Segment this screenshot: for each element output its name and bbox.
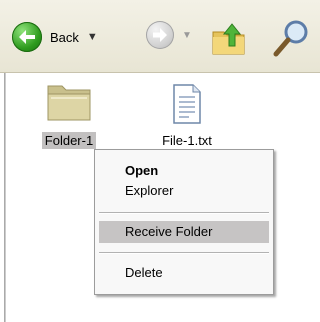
menu-separator	[99, 212, 269, 214]
back-button[interactable]: Back ▼	[12, 19, 98, 55]
search-icon[interactable]	[270, 18, 314, 58]
menu-separator	[99, 252, 269, 254]
text-file-icon	[171, 82, 203, 126]
menu-item-open[interactable]: Open	[95, 160, 273, 182]
forward-dropdown-icon[interactable]: ▼	[182, 30, 192, 41]
pane-divider	[4, 73, 6, 322]
back-dropdown-icon[interactable]: ▼	[87, 31, 98, 43]
context-menu: Open Explorer Receive Folder Delete	[94, 149, 274, 295]
folder-icon	[42, 78, 96, 126]
back-label: Back	[50, 29, 79, 45]
folder-up-icon[interactable]	[210, 22, 250, 56]
file-label: File-1.txt	[162, 133, 212, 148]
menu-item-explorer[interactable]: Explorer	[95, 180, 273, 202]
forward-arrow-icon	[153, 28, 167, 42]
toolbar: Back ▼ ▼	[0, 0, 320, 73]
folder-label: Folder-1	[41, 132, 97, 149]
forward-button[interactable]	[146, 21, 174, 49]
menu-item-receive-folder[interactable]: Receive Folder	[99, 221, 269, 243]
folder-item[interactable]: Folder-1	[33, 78, 105, 149]
menu-item-delete[interactable]: Delete	[95, 262, 273, 284]
file-item[interactable]: File-1.txt	[148, 78, 226, 149]
back-arrow-icon	[12, 22, 42, 52]
